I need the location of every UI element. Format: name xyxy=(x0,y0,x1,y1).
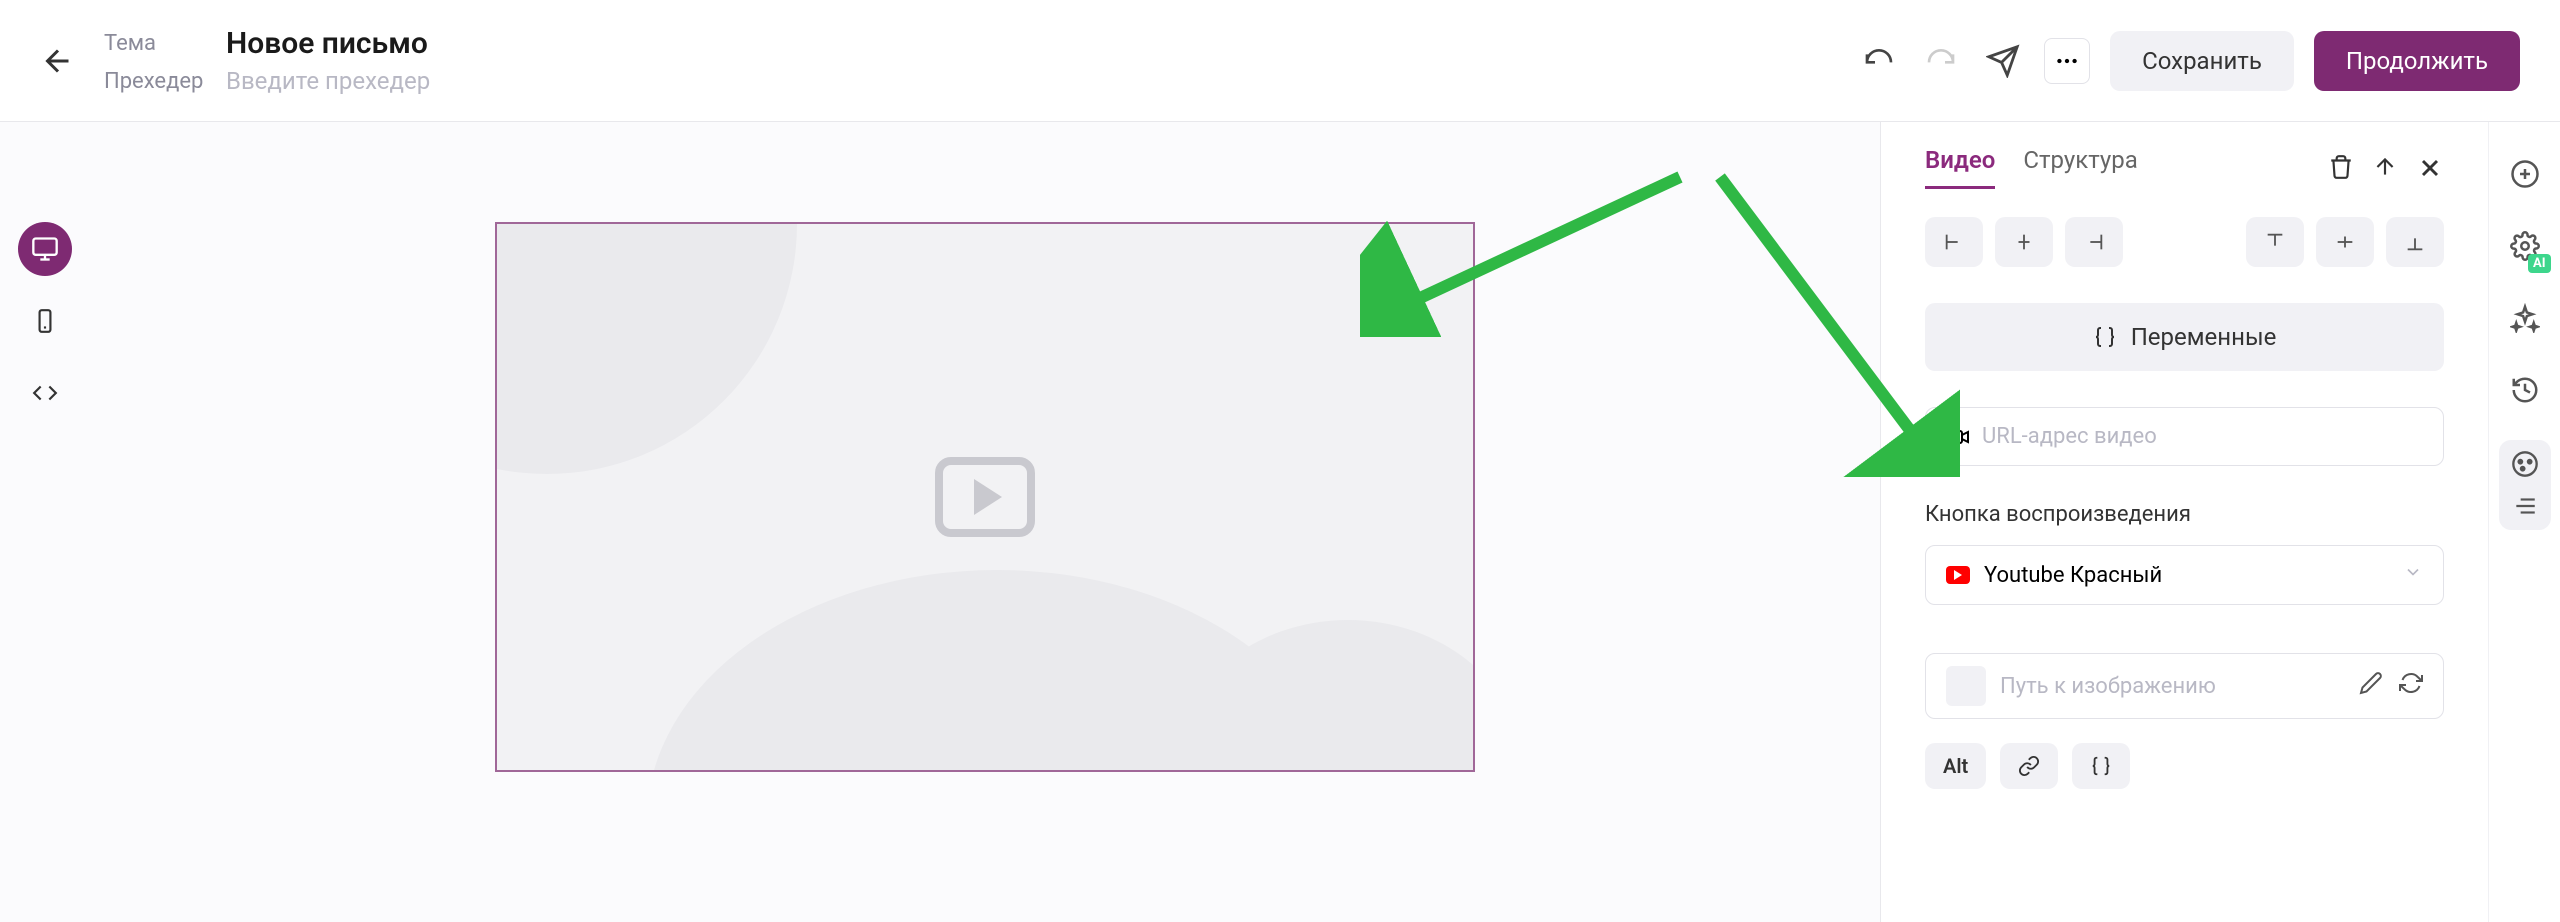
top-header: Тема Новое письмо Прехедер Введите прехе… xyxy=(0,0,2560,122)
play-icon xyxy=(935,457,1035,537)
youtube-icon xyxy=(1946,566,1970,584)
image-path-field[interactable]: Путь к изображению xyxy=(1925,653,2444,719)
link-icon xyxy=(2018,755,2040,777)
braces-small-icon xyxy=(2090,755,2112,777)
align-bottom-button[interactable] xyxy=(2386,217,2444,267)
ai-badge: AI xyxy=(2528,254,2551,273)
save-button[interactable]: Сохранить xyxy=(2110,31,2294,91)
chevron-down-icon xyxy=(2403,562,2423,588)
braces-icon xyxy=(2093,325,2117,349)
tab-video[interactable]: Видео xyxy=(1925,146,1995,189)
align-right-button[interactable] xyxy=(2065,217,2123,267)
code-view-button[interactable] xyxy=(18,366,72,420)
right-panel: Видео Структура xyxy=(1880,122,2560,922)
more-button[interactable] xyxy=(2044,38,2090,84)
far-right-rail: AI xyxy=(2488,122,2560,922)
align-center-h-button[interactable] xyxy=(1995,217,2053,267)
align-left-button[interactable] xyxy=(1925,217,1983,267)
redo-button xyxy=(1920,40,1962,82)
alt-button[interactable]: Alt xyxy=(1925,743,1986,789)
delete-icon[interactable] xyxy=(2328,154,2354,182)
variables-button[interactable]: Переменные xyxy=(1925,303,2444,371)
preheader-label: Прехедер xyxy=(104,69,214,94)
palette-button[interactable] xyxy=(2505,446,2545,482)
canvas-area xyxy=(90,122,1880,922)
settings-button[interactable]: AI xyxy=(2503,224,2547,268)
list-button[interactable] xyxy=(2505,488,2545,524)
video-block[interactable] xyxy=(495,222,1475,772)
align-middle-button[interactable] xyxy=(2316,217,2374,267)
desktop-view-button[interactable] xyxy=(18,222,72,276)
left-rail xyxy=(0,122,90,922)
move-up-icon[interactable] xyxy=(2372,154,2398,182)
undo-button[interactable] xyxy=(1858,40,1900,82)
history-button[interactable] xyxy=(2503,368,2547,412)
close-icon[interactable] xyxy=(2416,154,2444,182)
refresh-icon[interactable] xyxy=(2399,671,2423,701)
add-button[interactable] xyxy=(2503,152,2547,196)
edit-icon[interactable] xyxy=(2359,671,2383,701)
image-path-placeholder: Путь к изображению xyxy=(2000,674,2345,699)
play-button-select[interactable]: Youtube Красный xyxy=(1925,545,2444,605)
tab-structure[interactable]: Структура xyxy=(2023,146,2137,189)
sparkles-button[interactable] xyxy=(2503,296,2547,340)
mobile-view-button[interactable] xyxy=(18,294,72,348)
video-url-field[interactable] xyxy=(1925,407,2444,466)
subject-label: Тема xyxy=(104,31,214,56)
image-thumbnail xyxy=(1946,666,1986,706)
video-icon xyxy=(1946,425,1970,449)
align-top-button[interactable] xyxy=(2246,217,2304,267)
video-url-input[interactable] xyxy=(1982,424,2423,449)
send-button[interactable] xyxy=(1982,40,2024,82)
back-button[interactable] xyxy=(40,43,76,79)
subject-value[interactable]: Новое письмо xyxy=(226,26,428,61)
continue-button[interactable]: Продолжить xyxy=(2314,31,2520,91)
play-button-label: Кнопка воспроизведения xyxy=(1925,502,2444,527)
preheader-input[interactable]: Введите прехедер xyxy=(226,67,430,95)
link-button[interactable] xyxy=(2000,743,2058,789)
code-button[interactable] xyxy=(2072,743,2130,789)
